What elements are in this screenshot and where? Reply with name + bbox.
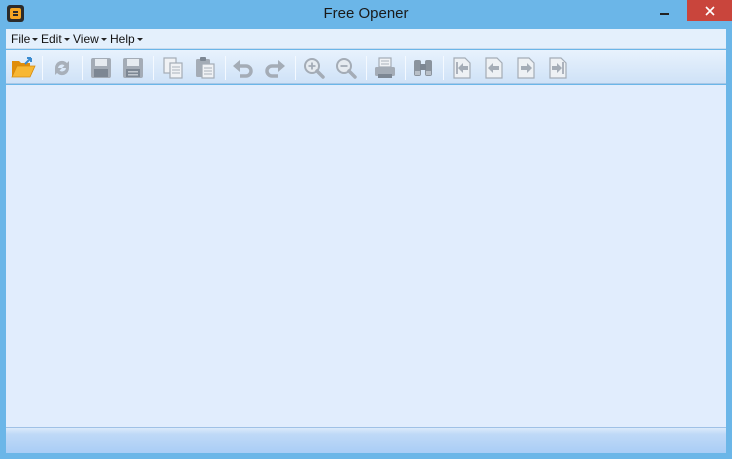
previous-page-icon xyxy=(485,57,503,79)
last-page-button[interactable] xyxy=(545,55,571,81)
previous-page-button[interactable] xyxy=(481,55,507,81)
chevron-down-icon xyxy=(32,38,39,41)
print-button[interactable] xyxy=(372,55,398,81)
redo-icon xyxy=(265,60,285,78)
minimize-icon xyxy=(659,12,669,15)
title-bar[interactable]: Free Opener xyxy=(0,0,732,29)
redo-button[interactable] xyxy=(262,55,288,81)
find-icon xyxy=(414,60,432,76)
first-page-button[interactable] xyxy=(449,55,475,81)
refresh-button[interactable] xyxy=(49,55,75,81)
menu-help-label: Help xyxy=(110,32,135,46)
save-as-button[interactable] xyxy=(120,55,146,81)
menu-edit-label: Edit xyxy=(41,32,62,46)
menu-view-label: View xyxy=(73,32,99,46)
chevron-down-icon xyxy=(63,38,70,41)
menu-view[interactable]: View xyxy=(73,32,107,46)
save-as-icon xyxy=(123,58,143,78)
open-folder-icon xyxy=(11,57,36,78)
menu-file-label: File xyxy=(11,32,31,46)
toolbar xyxy=(6,50,726,84)
paste-button[interactable] xyxy=(192,55,218,81)
menu-edit[interactable]: Edit xyxy=(41,32,70,46)
toolbar-separator xyxy=(225,56,226,80)
next-page-button[interactable] xyxy=(513,55,539,81)
next-page-icon xyxy=(517,57,535,79)
close-button[interactable] xyxy=(687,0,732,21)
zoom-out-icon xyxy=(336,58,357,79)
open-button[interactable] xyxy=(10,55,36,81)
zoom-in-icon xyxy=(304,58,325,79)
app-window: Free Opener File Edit View Help xyxy=(0,0,732,459)
menu-help[interactable]: Help xyxy=(110,32,143,46)
toolbar-separator xyxy=(153,56,154,80)
copy-icon xyxy=(163,57,183,79)
menu-bar: File Edit View Help xyxy=(6,29,726,49)
toolbar-separator xyxy=(295,56,296,80)
last-page-icon xyxy=(549,57,567,79)
toolbar-separator xyxy=(82,56,83,80)
undo-button[interactable] xyxy=(230,55,256,81)
toolbar-separator xyxy=(366,56,367,80)
refresh-icon xyxy=(54,60,70,76)
zoom-in-button[interactable] xyxy=(301,55,327,81)
document-area[interactable] xyxy=(6,85,726,427)
toolbar-separator xyxy=(42,56,43,80)
zoom-out-button[interactable] xyxy=(333,55,359,81)
first-page-icon xyxy=(453,57,471,79)
chevron-down-icon xyxy=(136,38,143,41)
minimize-button[interactable] xyxy=(644,0,684,21)
toolbar-separator xyxy=(405,56,406,80)
save-button[interactable] xyxy=(88,55,114,81)
copy-button[interactable] xyxy=(160,55,186,81)
find-button[interactable] xyxy=(410,55,436,81)
status-bar xyxy=(6,427,726,453)
paste-icon xyxy=(196,57,215,79)
toolbar-separator xyxy=(443,56,444,80)
menu-file[interactable]: File xyxy=(11,32,39,46)
save-icon xyxy=(91,58,111,78)
window-title: Free Opener xyxy=(323,5,409,22)
print-icon xyxy=(375,57,395,78)
undo-icon xyxy=(233,60,253,78)
chevron-down-icon xyxy=(100,38,107,41)
close-icon xyxy=(704,5,715,16)
